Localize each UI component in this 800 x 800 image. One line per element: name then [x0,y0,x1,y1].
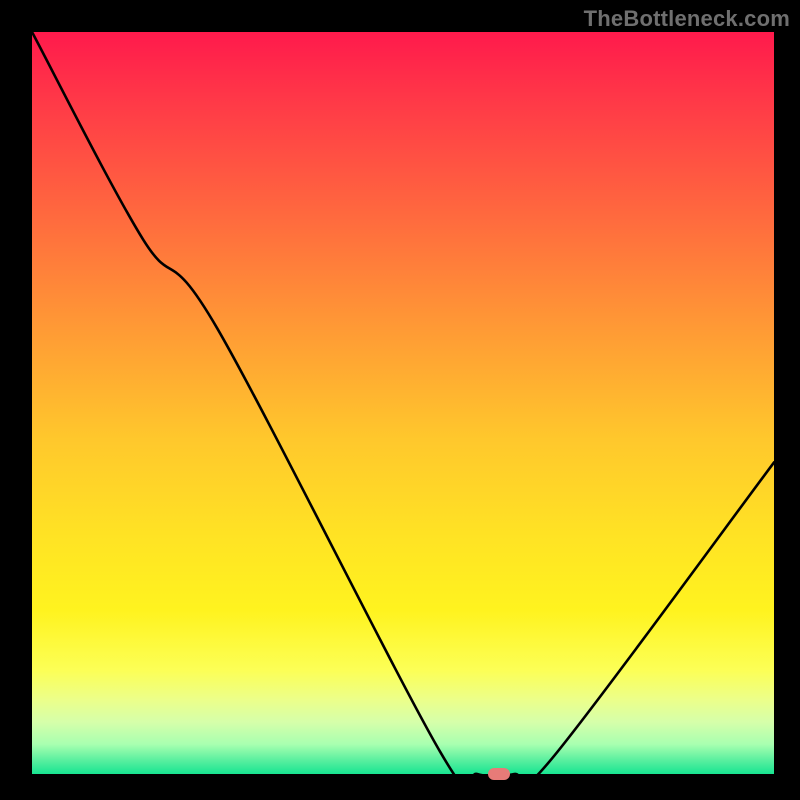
chart-frame: TheBottleneck.com [0,0,800,800]
plot-area [32,32,774,774]
optimal-marker [488,768,510,780]
curve-line [32,32,774,774]
bottleneck-curve [32,32,774,774]
watermark-text: TheBottleneck.com [584,6,790,32]
